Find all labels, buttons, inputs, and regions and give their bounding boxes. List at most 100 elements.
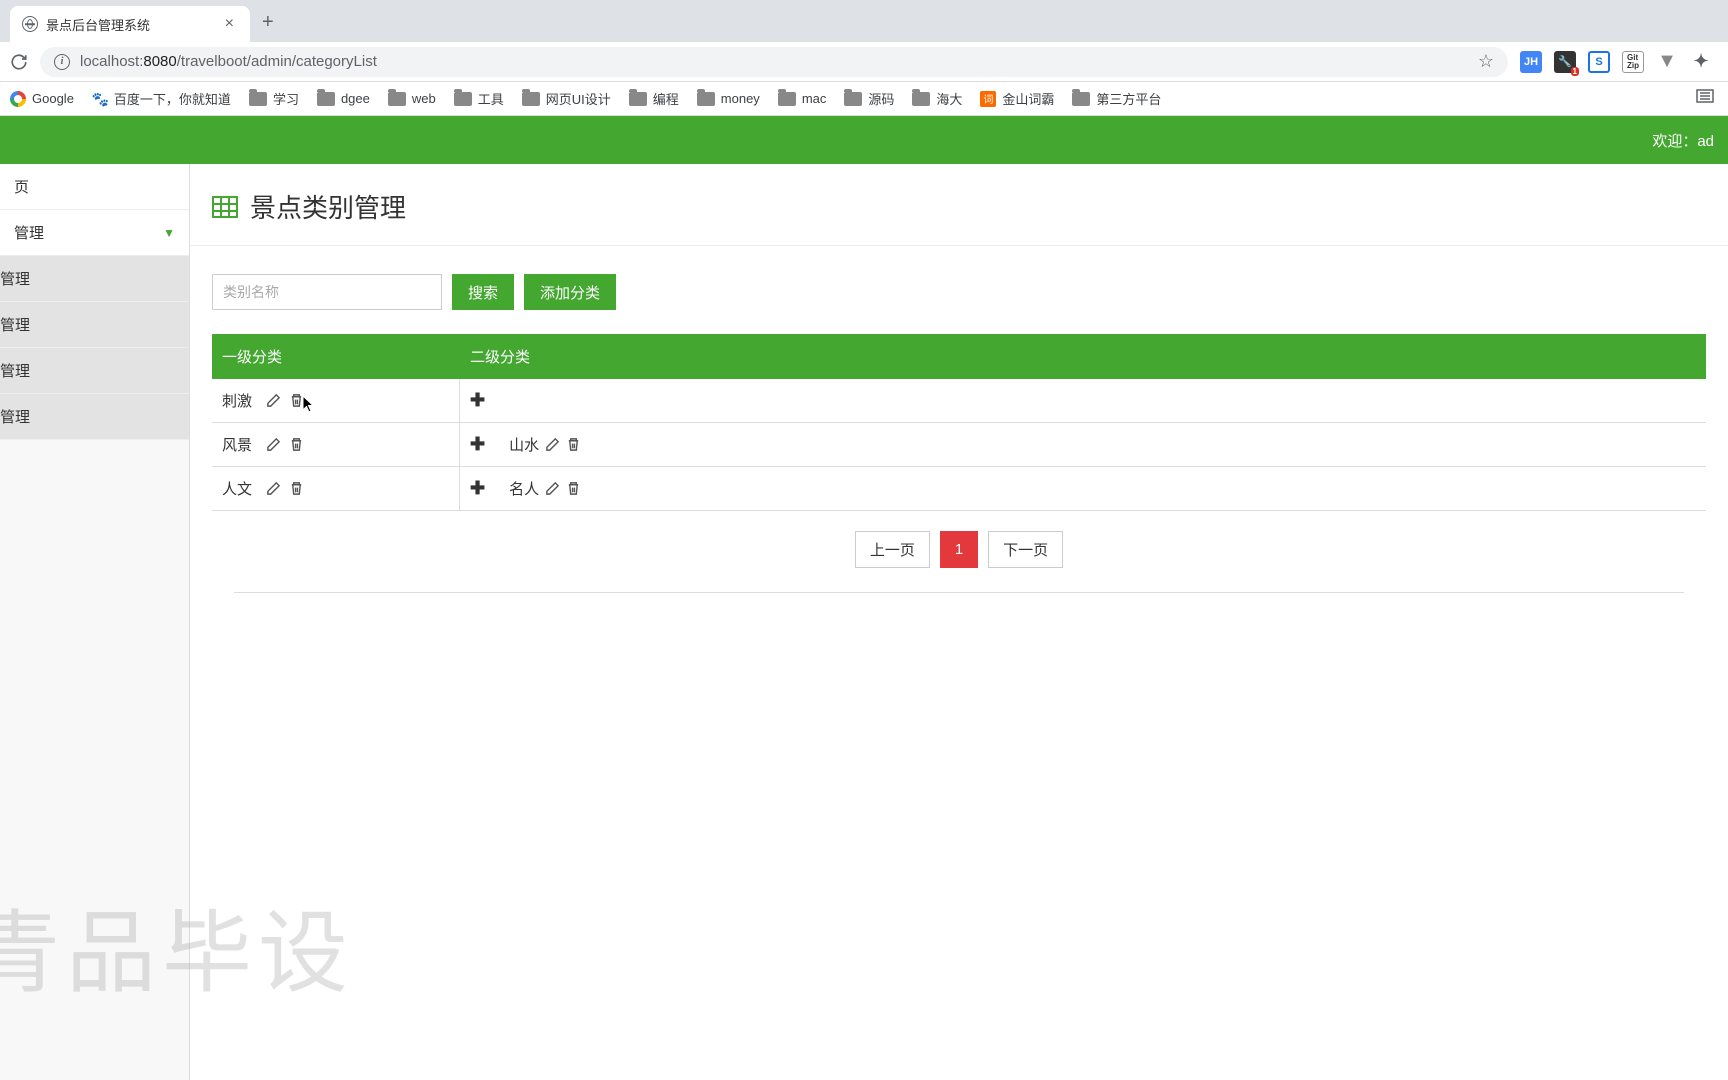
folder-icon <box>522 92 540 106</box>
delete-icon[interactable] <box>289 393 304 408</box>
bookmark-item[interactable]: dgee <box>317 91 370 106</box>
sidebar-item[interactable]: 管理 <box>0 256 189 302</box>
sidebar-item[interactable]: 管理 <box>0 348 189 394</box>
plus-icon[interactable]: ✚ <box>470 390 485 411</box>
edit-icon[interactable] <box>266 437 281 452</box>
folder-icon <box>912 92 930 106</box>
address-bar[interactable]: i localhost:8080/travelboot/admin/catego… <box>40 47 1508 77</box>
bookmark-label: web <box>412 91 436 106</box>
browser-tab[interactable]: 景点后台管理系统 × <box>10 6 250 42</box>
sidebar-item-label: 管理 <box>0 268 30 289</box>
bookmark-item[interactable]: 编程 <box>629 89 679 108</box>
bookmark-item[interactable]: money <box>697 91 760 106</box>
reload-icon[interactable] <box>10 53 28 71</box>
page-number-button[interactable]: 1 <box>940 531 978 568</box>
content-row: 页管理▼管理管理管理管理 景点类别管理 搜索 添加分类 一级分类 二级分类 刺激… <box>0 164 1728 1080</box>
bookmark-label: 网页UI设计 <box>546 89 611 108</box>
bookmark-label: mac <box>802 91 827 106</box>
app-header: 欢迎：ad <box>0 116 1728 164</box>
extensions-puzzle-icon[interactable]: ✦ <box>1690 51 1712 73</box>
bookmark-label: dgee <box>341 91 370 106</box>
sub-category-name: 名人 <box>509 478 539 499</box>
bookmark-item[interactable]: 🐾百度一下，你就知道 <box>92 89 231 108</box>
bookmark-label: 编程 <box>653 89 679 108</box>
bookmark-item[interactable]: 学习 <box>249 89 299 108</box>
address-bar-row: i localhost:8080/travelboot/admin/catego… <box>0 42 1728 82</box>
col-level2: 二级分类 <box>460 334 1706 379</box>
bookmark-label: 金山词霸 <box>1002 89 1054 108</box>
bookmark-label: Google <box>32 91 74 106</box>
category-name: 风景 <box>222 434 252 455</box>
bookmark-item[interactable]: 网页UI设计 <box>522 89 611 108</box>
sidebar-item[interactable]: 页 <box>0 164 189 210</box>
extension-v-icon[interactable]: ▼ <box>1656 51 1678 73</box>
close-icon[interactable]: × <box>221 15 238 33</box>
sub-category: 名人 <box>509 478 581 499</box>
col-level1: 一级分类 <box>212 334 460 379</box>
bookmarks-overflow-icon[interactable] <box>1696 89 1718 108</box>
delete-icon[interactable] <box>289 437 304 452</box>
delete-icon[interactable] <box>289 481 304 496</box>
table-header: 一级分类 二级分类 <box>212 334 1706 379</box>
delete-icon[interactable] <box>566 437 581 452</box>
plus-icon[interactable]: ✚ <box>470 434 485 455</box>
row-actions <box>266 393 304 408</box>
extension-dev-icon[interactable]: 🔧1 <box>1554 51 1576 73</box>
info-icon[interactable]: i <box>54 54 70 70</box>
edit-icon[interactable] <box>266 393 281 408</box>
bookmark-item[interactable]: 第三方平台 <box>1072 89 1161 108</box>
search-button[interactable]: 搜索 <box>452 274 514 310</box>
bookmark-item[interactable]: Google <box>10 91 74 107</box>
folder-icon <box>1072 92 1090 106</box>
bookmark-label: 源码 <box>868 89 894 108</box>
tab-bar: 景点后台管理系统 × + <box>0 0 1728 42</box>
edit-icon[interactable] <box>545 481 560 496</box>
pagination: 上一页 1 下一页 <box>234 511 1684 593</box>
sidebar-item[interactable]: 管理 <box>0 394 189 440</box>
page-prev-button[interactable]: 上一页 <box>855 531 930 568</box>
bookmark-star-icon[interactable]: ☆ <box>1478 51 1494 72</box>
google-icon <box>10 91 26 107</box>
folder-icon <box>317 92 335 106</box>
page-next-button[interactable]: 下一页 <box>988 531 1063 568</box>
delete-icon[interactable] <box>566 481 581 496</box>
plus-icon[interactable]: ✚ <box>470 478 485 499</box>
cell-level1: 人文 <box>212 467 460 510</box>
bookmark-item[interactable]: 源码 <box>844 89 894 108</box>
bookmark-label: 学习 <box>273 89 299 108</box>
bookmark-item[interactable]: 工具 <box>454 89 504 108</box>
folder-icon <box>629 92 647 106</box>
edit-icon[interactable] <box>266 481 281 496</box>
extension-jh-icon[interactable]: JH <box>1520 51 1542 73</box>
page-title: 景点类别管理 <box>250 188 406 225</box>
new-tab-button[interactable]: + <box>250 3 286 42</box>
extensions-tray: JH 🔧1 S GitZip ▼ ✦ <box>1520 51 1718 73</box>
cell-level2: ✚ <box>460 379 1706 422</box>
bookmark-item[interactable]: 词金山词霸 <box>980 89 1054 108</box>
row-actions <box>266 437 304 452</box>
bookmark-item[interactable]: web <box>388 91 436 106</box>
sidebar-item[interactable]: 管理▼ <box>0 210 189 256</box>
table-row: 人文 ✚ 名人 <box>212 467 1706 511</box>
url-text: localhost:8080/travelboot/admin/category… <box>80 53 377 70</box>
page-title-row: 景点类别管理 <box>190 164 1728 246</box>
cell-level1: 风景 <box>212 423 460 466</box>
bookmark-item[interactable]: 海大 <box>912 89 962 108</box>
category-name: 刺激 <box>222 390 252 411</box>
cell-level1: 刺激 <box>212 379 460 422</box>
sidebar-item-label: 页 <box>14 176 29 197</box>
category-name: 人文 <box>222 478 252 499</box>
cell-level2: ✚ 名人 <box>460 467 1706 510</box>
edit-icon[interactable] <box>545 437 560 452</box>
extension-s-icon[interactable]: S <box>1588 51 1610 73</box>
extension-gitzip-icon[interactable]: GitZip <box>1622 51 1644 73</box>
add-category-button[interactable]: 添加分类 <box>524 274 616 310</box>
folder-icon <box>388 92 406 106</box>
sidebar-item[interactable]: 管理 <box>0 302 189 348</box>
folder-icon <box>697 92 715 106</box>
folder-icon <box>778 92 796 106</box>
search-input[interactable] <box>212 274 442 310</box>
bookmark-item[interactable]: mac <box>778 91 827 106</box>
bookmark-label: 百度一下，你就知道 <box>114 89 231 108</box>
bookmark-label: 第三方平台 <box>1096 89 1161 108</box>
